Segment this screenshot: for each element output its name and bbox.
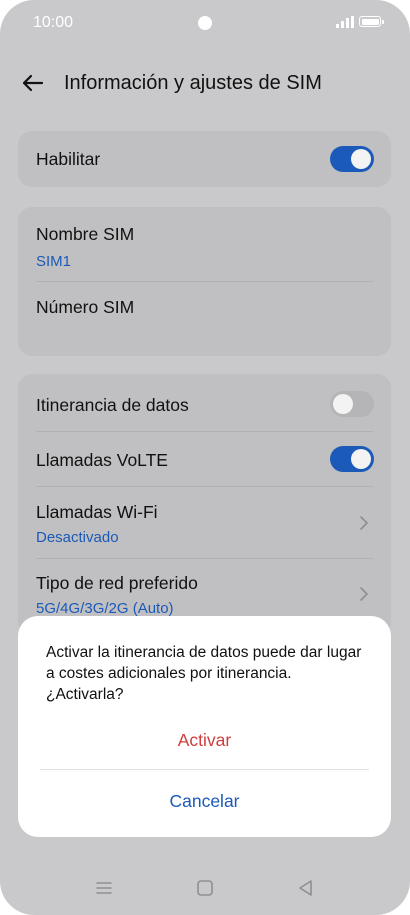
roaming-confirm-dialog: Activar la itinerancia de datos puede da…: [18, 616, 391, 837]
enable-label: Habilitar: [36, 149, 101, 169]
chevron-right-icon: [360, 516, 368, 530]
volte-toggle[interactable]: [330, 446, 374, 472]
sim-name-value: SIM1: [36, 253, 72, 270]
dialog-message: Activar la itinerancia de datos puede da…: [46, 644, 362, 703]
roaming-toggle[interactable]: [330, 391, 374, 417]
toggle-knob: [351, 449, 371, 469]
sim-number-label: Número SIM: [36, 297, 135, 317]
roaming-label: Itinerancia de datos: [36, 395, 189, 415]
wifi-calls-value: Desactivado: [36, 529, 119, 546]
status-time: 10:00: [33, 14, 74, 31]
enable-toggle[interactable]: [330, 146, 374, 172]
volte-row[interactable]: Llamadas VoLTE: [18, 432, 391, 486]
cancel-button[interactable]: Cancelar: [38, 779, 371, 823]
toggle-knob: [333, 394, 353, 414]
battery-icon: [359, 16, 384, 27]
phone-screen: 10:00 Información y ajustes de SIM Habil…: [0, 0, 410, 915]
network-type-label: Tipo de red preferido: [36, 573, 198, 593]
roaming-row[interactable]: Itinerancia de datos: [18, 374, 391, 431]
page-title: Información y ajustes de SIM: [64, 72, 322, 94]
signal-icon: [336, 16, 354, 28]
menu-icon[interactable]: [94, 878, 114, 898]
chevron-right-icon: [360, 587, 368, 601]
back-triangle-icon[interactable]: [296, 878, 316, 898]
status-bar: 10:00: [0, 0, 410, 46]
activate-button[interactable]: Activar: [38, 718, 371, 762]
network-type-value: 5G/4G/3G/2G (Auto): [36, 600, 174, 617]
enable-card: Habilitar: [18, 131, 391, 187]
volte-label: Llamadas VoLTE: [36, 450, 168, 470]
network-card: Itinerancia de datos Llamadas VoLTE Llam…: [18, 374, 391, 636]
dialog-divider: [40, 769, 369, 770]
camera-dot: [198, 16, 212, 30]
sim-info-card: Nombre SIM SIM1 Número SIM: [18, 207, 391, 356]
system-nav-bar: [0, 860, 410, 915]
home-icon[interactable]: [195, 878, 215, 898]
wifi-calls-row[interactable]: Llamadas Wi-Fi Desactivado: [18, 487, 391, 558]
toggle-knob: [351, 149, 371, 169]
sim-name-label: Nombre SIM: [36, 224, 135, 244]
sim-name-row[interactable]: Nombre SIM SIM1: [18, 207, 391, 281]
arrow-left-icon[interactable]: [18, 68, 48, 98]
app-header: Información y ajustes de SIM: [0, 60, 410, 108]
enable-row[interactable]: Habilitar: [18, 131, 391, 187]
sim-number-row[interactable]: Número SIM: [18, 282, 391, 356]
wifi-calls-label: Llamadas Wi-Fi: [36, 502, 158, 522]
